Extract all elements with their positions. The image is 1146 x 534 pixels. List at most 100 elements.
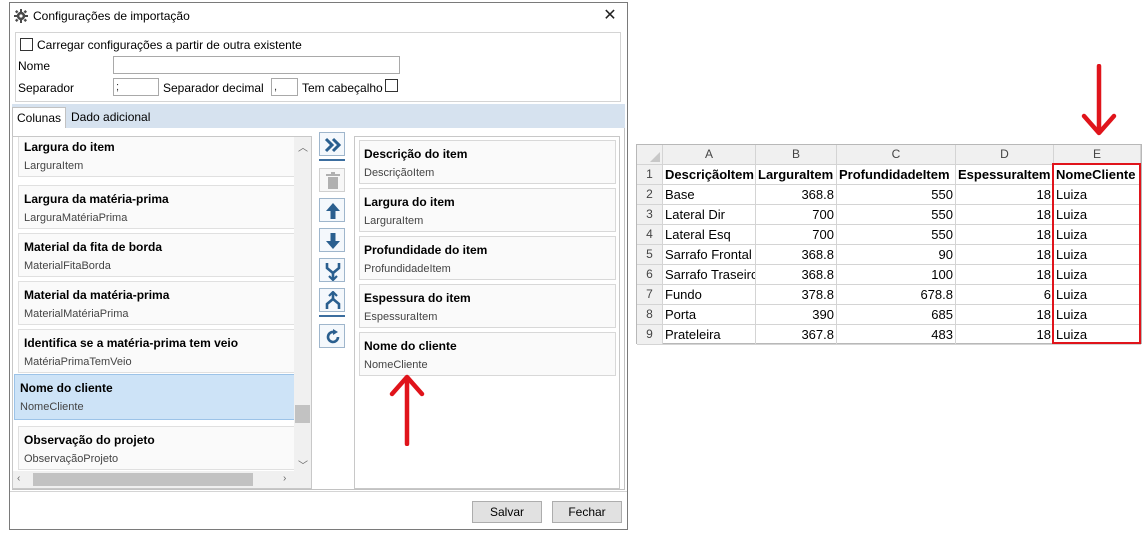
selected-column-item[interactable]: Profundidade do item ProfundidadeItem [359, 236, 616, 280]
table-cell[interactable]: Sarrafo Traseiro [663, 265, 756, 285]
available-column-item[interactable]: Material da fita de borda MaterialFitaBor… [18, 233, 295, 277]
delete-button[interactable] [319, 168, 345, 192]
table-cell[interactable]: 18 [956, 305, 1054, 325]
table-cell[interactable]: 550 [837, 185, 956, 205]
separator-field[interactable]: ; [113, 78, 159, 96]
row-header[interactable]: 2 [637, 185, 663, 205]
save-button[interactable]: Salvar [472, 501, 542, 523]
row-header[interactable]: 9 [637, 325, 663, 345]
selected-column-item[interactable]: Nome do cliente NomeCliente [359, 332, 616, 376]
load-existing-checkbox[interactable] [20, 38, 33, 51]
tab-columns[interactable]: Colunas [12, 107, 67, 129]
available-column-item[interactable]: Material da matéria-prima MaterialMatéria… [18, 281, 295, 325]
scroll-down-icon[interactable]: ﹀ [298, 457, 308, 472]
table-cell[interactable]: 18 [956, 325, 1054, 345]
row-header[interactable]: 6 [637, 265, 663, 285]
table-cell[interactable]: Lateral Dir [663, 205, 756, 225]
available-column-item[interactable]: Identifica se a matéria-prima tem veio Ma… [18, 329, 295, 373]
table-cell[interactable]: 368.8 [756, 245, 837, 265]
table-cell[interactable]: Fundo [663, 285, 756, 305]
move-down-button[interactable] [319, 228, 345, 252]
table-cell[interactable]: 685 [837, 305, 956, 325]
column-header[interactable]: E [1054, 145, 1141, 165]
table-cell[interactable]: EspessuraItem [956, 165, 1054, 185]
table-cell[interactable]: 100 [837, 265, 956, 285]
column-title: Material da fita de borda [24, 240, 163, 254]
merge-button[interactable] [319, 258, 345, 282]
column-field: MaterialFitaBorda [24, 260, 111, 272]
move-up-button[interactable] [319, 198, 345, 222]
table-cell[interactable]: 368.8 [756, 185, 837, 205]
available-column-item[interactable]: Nome do cliente NomeCliente [14, 374, 295, 420]
refresh-button[interactable] [319, 324, 345, 348]
table-cell[interactable]: DescriçãoItem [663, 165, 756, 185]
table-cell[interactable]: 18 [956, 245, 1054, 265]
column-header[interactable]: D [956, 145, 1054, 165]
row-header[interactable]: 4 [637, 225, 663, 245]
scrollbar-thumb[interactable] [295, 405, 310, 423]
row-header[interactable]: 3 [637, 205, 663, 225]
table-cell[interactable]: Sarrafo Frontal [663, 245, 756, 265]
table-cell[interactable]: Porta [663, 305, 756, 325]
table-cell[interactable]: ProfundidadeItem [837, 165, 956, 185]
table-cell[interactable]: 550 [837, 205, 956, 225]
double-chevron-right-icon [324, 137, 342, 153]
row-header[interactable]: 1 [637, 165, 663, 185]
table-cell[interactable]: 700 [756, 225, 837, 245]
table-cell[interactable]: 390 [756, 305, 837, 325]
vertical-scrollbar[interactable]: ︿ ﹀ [294, 137, 311, 473]
selected-column-item[interactable]: Espessura do item EspessuraItem [359, 284, 616, 328]
row-header[interactable]: 5 [637, 245, 663, 265]
table-cell[interactable]: Base [663, 185, 756, 205]
decimal-separator-field[interactable]: , [271, 78, 298, 96]
horizontal-scrollbar[interactable]: ‹ › [13, 471, 311, 488]
table-cell[interactable]: 378.8 [756, 285, 837, 305]
table-cell[interactable]: 550 [837, 225, 956, 245]
selected-column-item[interactable]: Descrição do item DescriçãoItem [359, 140, 616, 184]
available-column-item[interactable]: Largura do item LarguraItem [18, 137, 295, 177]
scroll-left-icon[interactable]: ‹ [17, 473, 20, 484]
table-cell[interactable]: Lateral Esq [663, 225, 756, 245]
row-header[interactable]: 8 [637, 305, 663, 325]
column-title: Nome do cliente [20, 381, 113, 395]
add-all-button[interactable] [319, 132, 345, 156]
table-cell[interactable]: LarguraItem [756, 165, 837, 185]
column-title: Largura da matéria-prima [24, 192, 169, 206]
column-field: ObservaçãoProjeto [24, 453, 119, 465]
row-header[interactable]: 7 [637, 285, 663, 305]
close-button[interactable]: Fechar [552, 501, 622, 523]
table-cell[interactable]: Prateleira [663, 325, 756, 345]
table-cell[interactable]: 483 [837, 325, 956, 345]
close-icon[interactable]: ✕ [599, 6, 621, 26]
split-button[interactable] [319, 288, 345, 312]
table-cell[interactable]: 18 [956, 185, 1054, 205]
table-cell[interactable]: 6 [956, 285, 1054, 305]
table-cell[interactable]: 367.8 [756, 325, 837, 345]
table-cell[interactable]: 18 [956, 225, 1054, 245]
column-field: LarguraMatériaPrima [24, 212, 128, 224]
column-header[interactable]: B [756, 145, 837, 165]
table-cell[interactable]: 368.8 [756, 265, 837, 285]
hscrollbar-thumb[interactable] [33, 473, 253, 486]
table-cell[interactable]: 18 [956, 265, 1054, 285]
column-title: Material da matéria-prima [24, 288, 170, 302]
select-all-corner[interactable] [637, 145, 663, 165]
name-field[interactable] [113, 56, 400, 74]
column-field: ProfundidadeItem [364, 263, 451, 275]
column-header[interactable]: A [663, 145, 756, 165]
available-columns-list[interactable]: Largura do item LarguraItem Largura da mat… [12, 136, 312, 489]
tab-additional-data[interactable]: Dado adicional [67, 107, 154, 129]
scroll-up-icon[interactable]: ︿ [298, 139, 308, 154]
selected-column-item[interactable]: Largura do item LarguraItem [359, 188, 616, 232]
arrow-down-icon [326, 233, 340, 249]
table-cell[interactable]: 700 [756, 205, 837, 225]
merge-icon [325, 263, 341, 281]
table-cell[interactable]: 90 [837, 245, 956, 265]
available-column-item[interactable]: Observação do projeto ObservaçãoProjeto [18, 426, 295, 470]
scroll-right-icon[interactable]: › [283, 473, 286, 484]
has-header-checkbox[interactable] [385, 79, 398, 92]
table-cell[interactable]: 18 [956, 205, 1054, 225]
column-header[interactable]: C [837, 145, 956, 165]
available-column-item[interactable]: Largura da matéria-prima LarguraMatériaPr… [18, 185, 295, 229]
table-cell[interactable]: 678.8 [837, 285, 956, 305]
